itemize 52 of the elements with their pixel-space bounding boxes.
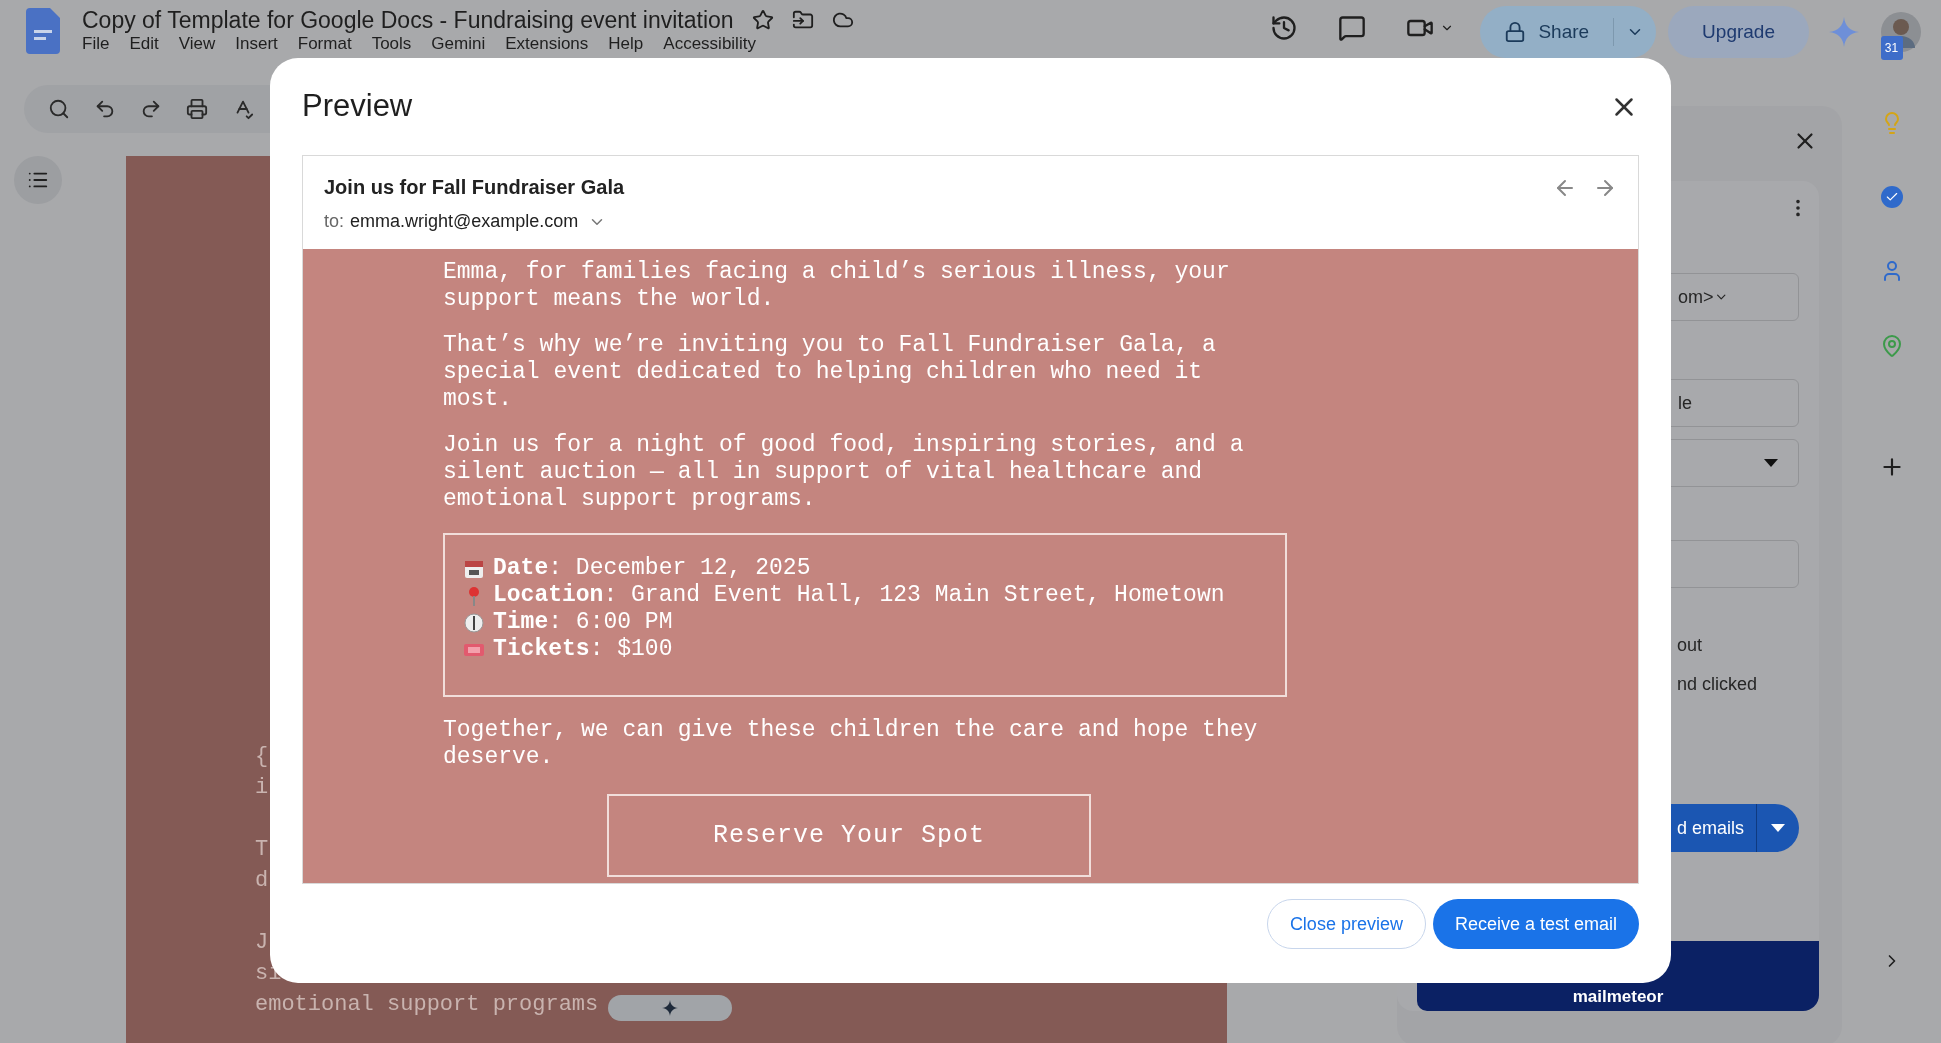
comment-icon[interactable] <box>1338 14 1367 42</box>
recipient-email: emma.wright@example.com <box>350 210 579 233</box>
menu-item[interactable]: Edit <box>129 34 159 54</box>
document-text: { <box>255 743 269 771</box>
brand-name: mailmeteor <box>1572 985 1664 1008</box>
email-subject: Join us for Fall Fundraiser Gala <box>324 175 625 200</box>
option-label: out <box>1677 634 1703 657</box>
document-text: d <box>255 867 269 895</box>
lock-icon <box>1504 21 1527 43</box>
email-paragraph: Together, we can give these children the care and hope they deserve. <box>443 717 1259 771</box>
menu-item[interactable]: Gemini <box>431 34 486 54</box>
search-icon[interactable] <box>48 98 70 120</box>
menu-item[interactable]: Extensions <box>505 34 589 54</box>
detail-text: Tickets: $100 <box>493 636 673 663</box>
menu-item[interactable]: Accessibility <box>663 34 756 54</box>
footer-button[interactable]: Close preview <box>1266 899 1426 949</box>
star-icon[interactable] <box>751 9 774 31</box>
undo-icon[interactable] <box>94 98 116 120</box>
detail-text: Location: Grand Event Hall, 123 Main Street, Hometown <box>493 582 1225 609</box>
menu-item[interactable]: Tools <box>371 34 412 54</box>
clock-icon <box>463 611 485 634</box>
menu-item[interactable]: File <box>82 34 110 54</box>
print-icon[interactable] <box>186 98 208 120</box>
document-text: T <box>255 836 269 864</box>
docs-logo-icon <box>26 8 60 54</box>
document-title[interactable]: Copy of Template for Google Docs - Fundraising event invitation <box>82 6 734 34</box>
share-button[interactable]: Share <box>1480 6 1657 58</box>
caret-icon <box>1764 459 1778 467</box>
to-label: to: <box>324 210 344 233</box>
email-paragraph: Emma, for families facing a child’s serious illness, your support means the world. <box>443 259 1231 313</box>
caret-icon[interactable] <box>1771 824 1785 832</box>
document-text: emotional support programs <box>255 991 599 1019</box>
option-label: nd clicked <box>1677 673 1758 696</box>
document-text: J <box>255 929 269 957</box>
history-icon[interactable] <box>1270 14 1299 42</box>
menu-item[interactable]: Format <box>297 34 352 54</box>
detail-text: Time: 6:00 PM <box>493 609 673 636</box>
calendar-app-icon[interactable]: 31 <box>1880 36 1903 60</box>
outline-button[interactable] <box>14 156 62 204</box>
dialog-title: Preview <box>302 87 413 126</box>
menu-item[interactable]: Help <box>608 34 644 54</box>
folder-icon[interactable] <box>791 9 814 31</box>
menu-item[interactable]: View <box>178 34 216 54</box>
email-paragraph: That’s why we’re inviting you to Fall Fundraiser Gala, a special event dedicated to helping children who need it most. <box>443 332 1217 413</box>
menu-item[interactable]: Insert <box>235 34 278 54</box>
footer-button[interactable]: Receive a test email <box>1432 899 1639 949</box>
document-text: i <box>255 774 269 802</box>
upgrade-button[interactable]: Upgrade <box>1668 6 1809 58</box>
email-paragraph: Join us for a night of good food, inspiring stories, and a silent auction — all in support of vital healthcare and emotional support programs. <box>443 432 1245 513</box>
sparkle-icon <box>662 1000 678 1016</box>
detail-text: Date: December 12, 2025 <box>493 555 811 582</box>
redo-icon[interactable] <box>140 98 162 120</box>
